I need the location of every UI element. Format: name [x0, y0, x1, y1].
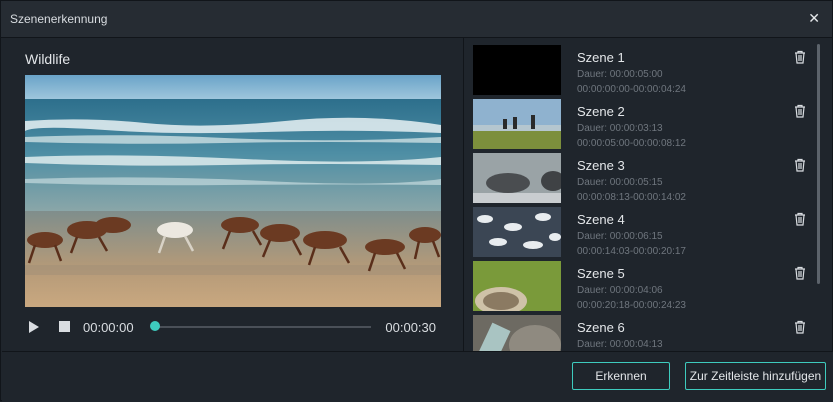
- list-item[interactable]: Szene 6 Dauer: 00:00:04:13: [473, 315, 818, 351]
- scene-duration: Dauer: 00:00:05:15: [577, 177, 663, 188]
- scene-duration: Dauer: 00:00:03:13: [577, 123, 663, 134]
- scene-title: Szene 4: [577, 212, 625, 227]
- video-name: Wildlife: [25, 51, 71, 67]
- scene-duration: Dauer: 00:00:04:13: [577, 339, 663, 350]
- trash-icon[interactable]: [793, 158, 807, 172]
- scene-title: Szene 2: [577, 104, 625, 119]
- seek-handle[interactable]: [150, 321, 160, 331]
- seek-bar[interactable]: [153, 326, 371, 328]
- hedgehog-thumbnail: [473, 261, 561, 311]
- scene-title: Szene 3: [577, 158, 625, 173]
- animal-closeup-thumbnail: [473, 315, 561, 351]
- total-time: 00:00:30: [385, 320, 436, 335]
- scene-duration: Dauer: 00:00:04:06: [577, 285, 663, 296]
- scene-thumbnail: [473, 207, 561, 257]
- close-icon[interactable]: ✕: [808, 10, 820, 27]
- scene-thumbnail: [473, 315, 561, 351]
- scene-list-scrollbar[interactable]: [817, 44, 820, 284]
- birds-thumbnail: [473, 99, 561, 149]
- video-preview[interactable]: [25, 75, 441, 307]
- scene-thumbnail: [473, 99, 561, 149]
- list-item[interactable]: Szene 3 Dauer: 00:00:05:15 00:00:08:13-0…: [473, 153, 818, 205]
- list-item[interactable]: Szene 1 Dauer: 00:00:05:00 00:00:00:00-0…: [473, 45, 818, 97]
- trash-icon[interactable]: [793, 212, 807, 226]
- scene-range: 00:00:08:13-00:00:14:02: [577, 192, 686, 203]
- scene-thumbnail: [473, 261, 561, 311]
- scene-range: 00:00:20:18-00:00:24:23: [577, 300, 686, 311]
- beach-horses-frame: [25, 75, 441, 307]
- trash-icon[interactable]: [793, 104, 807, 118]
- preview-panel: Wildlife 00:00:00 00:00:30: [2, 38, 463, 351]
- scene-duration: Dauer: 00:00:05:00: [577, 69, 663, 80]
- dialog-footer: Erkennen Zur Zeitleiste hinzufügen: [2, 351, 833, 402]
- scene-range: 00:00:00:00-00:00:04:24: [577, 84, 686, 95]
- scene-title: Szene 5: [577, 266, 625, 281]
- scene-thumbnail: [473, 153, 561, 203]
- scene-range: 00:00:14:03-00:00:20:17: [577, 246, 686, 257]
- scene-duration: Dauer: 00:00:06:15: [577, 231, 663, 242]
- trash-icon[interactable]: [793, 266, 807, 280]
- scene-title: Szene 1: [577, 50, 625, 65]
- list-item[interactable]: Szene 4 Dauer: 00:00:06:15 00:00:14:03-0…: [473, 207, 818, 259]
- detect-button[interactable]: Erkennen: [572, 362, 670, 390]
- stop-icon[interactable]: [59, 321, 70, 332]
- dialog-title: Szenenerkennung: [10, 12, 108, 26]
- scene-title: Szene 6: [577, 320, 625, 335]
- list-item[interactable]: Szene 2 Dauer: 00:00:03:13 00:00:05:00-0…: [473, 99, 818, 151]
- trash-icon[interactable]: [793, 320, 807, 334]
- add-to-timeline-button[interactable]: Zur Zeitleiste hinzufügen: [685, 362, 826, 390]
- scene-thumbnail: [473, 45, 561, 95]
- play-icon[interactable]: [29, 321, 39, 333]
- scene-range: 00:00:05:00-00:00:08:12: [577, 138, 686, 149]
- playback-controls: 00:00:00 00:00:30: [25, 318, 441, 338]
- scene-detection-dialog: Szenenerkennung ✕ Wildlife 00:00:00 00:0…: [0, 0, 833, 402]
- list-item[interactable]: Szene 5 Dauer: 00:00:04:06 00:00:20:18-0…: [473, 261, 818, 313]
- penguins-thumbnail: [473, 207, 561, 257]
- trash-icon[interactable]: [793, 50, 807, 64]
- current-time: 00:00:00: [83, 320, 134, 335]
- seals-thumbnail: [473, 153, 561, 203]
- scene-list: Szene 1 Dauer: 00:00:05:00 00:00:00:00-0…: [464, 38, 832, 351]
- black-frame-thumbnail: [473, 45, 561, 95]
- title-bar: Szenenerkennung ✕: [1, 1, 832, 38]
